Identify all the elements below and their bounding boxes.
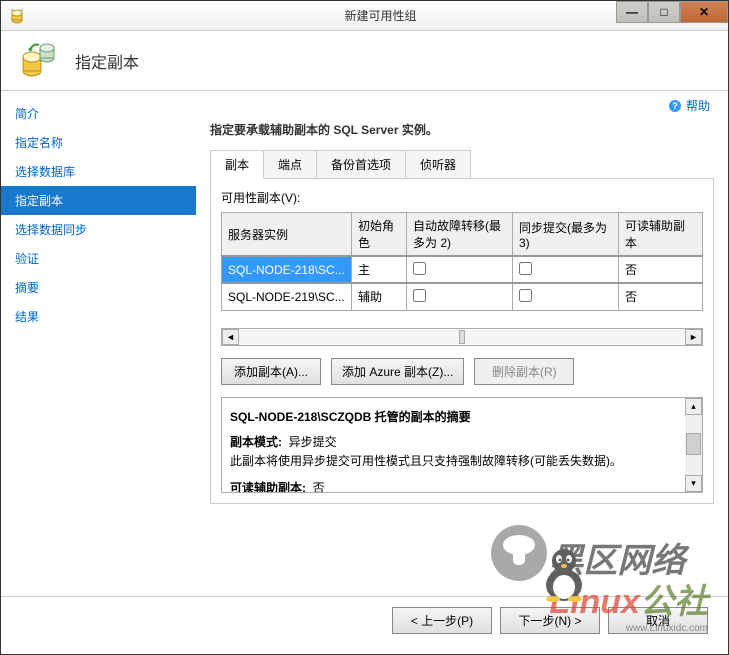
summary-readable-value: 否 bbox=[313, 481, 325, 493]
tab-endpoint[interactable]: 端点 bbox=[263, 150, 317, 178]
scroll-right-button[interactable]: ► bbox=[685, 329, 702, 345]
cell-role: 主 bbox=[352, 256, 407, 283]
page-header: 指定副本 bbox=[1, 31, 728, 91]
add-replica-button[interactable]: 添加副本(A)... bbox=[221, 358, 321, 385]
tab-content: 可用性副本(V): 服务器实例 初始角色 自动故障转移(最多为 2) 同步提交(… bbox=[210, 179, 714, 504]
sync-checkbox[interactable] bbox=[519, 289, 532, 302]
table-row[interactable]: SQL-NODE-219\SC... 辅助 否 bbox=[222, 283, 703, 310]
scroll-up-button[interactable]: ▴ bbox=[685, 398, 702, 415]
col-failover[interactable]: 自动故障转移(最多为 2) bbox=[407, 213, 513, 257]
page-title: 指定副本 bbox=[75, 49, 139, 73]
scroll-thumb[interactable] bbox=[459, 330, 465, 344]
tab-listener[interactable]: 侦听器 bbox=[405, 150, 471, 178]
tab-replica[interactable]: 副本 bbox=[210, 150, 264, 179]
failover-checkbox[interactable] bbox=[413, 289, 426, 302]
prev-button[interactable]: < 上一步(P) bbox=[392, 607, 492, 634]
sidebar-item-select-db[interactable]: 选择数据库 bbox=[1, 157, 196, 186]
sidebar-item-replica[interactable]: 指定副本 bbox=[1, 186, 196, 215]
replica-table: 服务器实例 初始角色 自动故障转移(最多为 2) 同步提交(最多为 3) 可读辅… bbox=[221, 212, 703, 311]
add-azure-button[interactable]: 添加 Azure 副本(Z)... bbox=[331, 358, 464, 385]
summary-readable: 可读辅助副本: 否 bbox=[230, 479, 694, 493]
cell-server[interactable]: SQL-NODE-218\SC... bbox=[222, 256, 352, 283]
next-button[interactable]: 下一步(N) > bbox=[500, 607, 600, 634]
titlebar: 新建可用性组 — □ ✕ bbox=[1, 1, 728, 31]
cell-readable[interactable]: 否 bbox=[619, 256, 703, 283]
col-server[interactable]: 服务器实例 bbox=[222, 213, 352, 257]
failover-checkbox[interactable] bbox=[413, 262, 426, 275]
sidebar-item-sync[interactable]: 选择数据同步 bbox=[1, 215, 196, 244]
page-icon bbox=[19, 43, 59, 79]
replica-section-label: 可用性副本(V): bbox=[221, 189, 703, 206]
delete-replica-button: 删除副本(R) bbox=[474, 358, 574, 385]
col-readable[interactable]: 可读辅助副本 bbox=[619, 213, 703, 257]
sidebar-item-summary[interactable]: 摘要 bbox=[1, 273, 196, 302]
cell-sync[interactable] bbox=[513, 283, 619, 310]
close-button[interactable]: ✕ bbox=[680, 1, 728, 23]
svg-text:?: ? bbox=[672, 101, 678, 111]
col-role[interactable]: 初始角色 bbox=[352, 213, 407, 257]
cell-failover[interactable] bbox=[407, 256, 513, 283]
summary-readable-label: 可读辅助副本: bbox=[230, 481, 306, 493]
sidebar: 简介 指定名称 选择数据库 指定副本 选择数据同步 验证 摘要 结果 bbox=[1, 91, 196, 596]
minimize-button[interactable]: — bbox=[616, 1, 648, 23]
scroll-left-button[interactable]: ◄ bbox=[222, 329, 239, 345]
sidebar-item-name[interactable]: 指定名称 bbox=[1, 128, 196, 157]
summary-title: SQL-NODE-218\SCZQDB 托管的副本的摘要 bbox=[230, 408, 694, 425]
cancel-button[interactable]: 取消 bbox=[608, 607, 708, 634]
vertical-scrollbar[interactable]: ▴ ▾ bbox=[685, 398, 702, 492]
sidebar-item-result[interactable]: 结果 bbox=[1, 302, 196, 331]
horizontal-scrollbar[interactable]: ◄ ► bbox=[221, 328, 703, 346]
main-content: ? 帮助 指定要承载辅助副本的 SQL Server 实例。 副本 端点 备份首… bbox=[196, 91, 728, 596]
table-row[interactable]: SQL-NODE-218\SC... 主 否 bbox=[222, 256, 703, 283]
summary-mode-desc: 此副本将使用异步提交可用性模式且只支持强制故障转移(可能丢失数据)。 bbox=[230, 454, 622, 468]
instruction-text: 指定要承载辅助副本的 SQL Server 实例。 bbox=[210, 121, 714, 138]
sync-checkbox[interactable] bbox=[519, 262, 532, 275]
tabs: 副本 端点 备份首选项 侦听器 bbox=[210, 150, 714, 179]
summary-mode-label: 副本模式: bbox=[230, 435, 282, 449]
v-scroll-thumb[interactable] bbox=[686, 433, 701, 455]
button-row: 添加副本(A)... 添加 Azure 副本(Z)... 删除副本(R) bbox=[221, 358, 703, 385]
cell-server[interactable]: SQL-NODE-219\SC... bbox=[222, 283, 352, 310]
cell-failover[interactable] bbox=[407, 283, 513, 310]
summary-mode: 副本模式: 异步提交 此副本将使用异步提交可用性模式且只支持强制故障转移(可能丢… bbox=[230, 433, 694, 471]
v-scroll-track[interactable] bbox=[685, 415, 702, 475]
footer: < 上一步(P) 下一步(N) > 取消 bbox=[1, 596, 728, 644]
maximize-button[interactable]: □ bbox=[648, 1, 680, 23]
sidebar-item-intro[interactable]: 简介 bbox=[1, 99, 196, 128]
summary-mode-value: 异步提交 bbox=[289, 435, 337, 449]
cell-readable[interactable]: 否 bbox=[619, 283, 703, 310]
titlebar-controls: — □ ✕ bbox=[616, 1, 728, 23]
help-icon: ? bbox=[668, 99, 682, 113]
col-sync[interactable]: 同步提交(最多为 3) bbox=[513, 213, 619, 257]
cell-role: 辅助 bbox=[352, 283, 407, 310]
scroll-down-button[interactable]: ▾ bbox=[685, 475, 702, 492]
scroll-track[interactable] bbox=[239, 330, 685, 344]
app-icon bbox=[9, 8, 25, 24]
help-label: 帮助 bbox=[686, 97, 710, 114]
summary-panel: SQL-NODE-218\SCZQDB 托管的副本的摘要 副本模式: 异步提交 … bbox=[221, 397, 703, 493]
sidebar-item-validate[interactable]: 验证 bbox=[1, 244, 196, 273]
cell-sync[interactable] bbox=[513, 256, 619, 283]
tab-backup[interactable]: 备份首选项 bbox=[316, 150, 406, 178]
help-link[interactable]: ? 帮助 bbox=[668, 97, 710, 114]
